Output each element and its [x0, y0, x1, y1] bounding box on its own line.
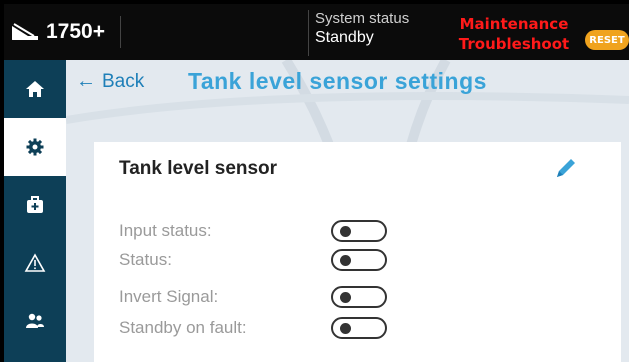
home-icon: [26, 81, 44, 97]
sidebar-item-home[interactable]: [4, 60, 66, 118]
alert-messages[interactable]: Maintenance Troubleshoot: [454, 14, 574, 54]
system-status-value: Standby: [315, 29, 374, 46]
settings-card: Tank level sensor Input status: Status: …: [94, 142, 621, 362]
invert-signal-toggle[interactable]: [331, 286, 387, 308]
setting-label: Invert Signal:: [119, 287, 219, 306]
warning-icon: [24, 253, 46, 272]
status-toggle[interactable]: [331, 249, 387, 271]
top-bar: 1750+ System status Standby Maintenance …: [4, 4, 629, 60]
system-status: System status Standby: [308, 10, 444, 56]
app-frame: 1750+ System status Standby Maintenance …: [0, 0, 629, 362]
back-arrow-icon: ←: [76, 70, 96, 92]
model-name: 1750+: [46, 20, 105, 43]
setting-row-status: Status:: [119, 247, 419, 273]
pencil-edit-icon[interactable]: [551, 155, 579, 183]
setting-row-standby-on-fault: Standby on fault:: [119, 315, 419, 341]
setting-row-invert-signal: Invert Signal:: [119, 284, 419, 310]
sidebar-item-users[interactable]: [4, 292, 66, 350]
setting-label: Standby on fault:: [119, 318, 247, 337]
setting-label: Status:: [119, 250, 172, 269]
setting-row-input-status: Input status:: [119, 218, 419, 244]
page-title: Tank level sensor settings: [188, 68, 487, 94]
main-content: ← Back Tank level sensor settings Tank l…: [66, 60, 629, 362]
users-icon: [26, 313, 44, 328]
toggle-knob: [340, 255, 351, 266]
alert-troubleshoot[interactable]: Troubleshoot: [454, 34, 574, 54]
sidebar-item-settings[interactable]: [4, 118, 66, 176]
toggle-knob: [340, 226, 351, 237]
toggle-knob: [340, 323, 351, 334]
back-button[interactable]: ← Back: [76, 70, 144, 93]
sidebar-item-service[interactable]: [4, 176, 66, 234]
first-aid-kit-icon: [27, 196, 43, 213]
system-status-label: System status: [315, 10, 410, 27]
brand-logo-icon: [12, 23, 38, 40]
logo: 1750+: [10, 16, 121, 48]
sidebar-item-alarms[interactable]: [4, 234, 66, 292]
alert-maintenance[interactable]: Maintenance: [454, 14, 574, 34]
input-status-toggle[interactable]: [331, 220, 387, 242]
back-label: Back: [102, 70, 145, 92]
setting-label: Input status:: [119, 221, 212, 240]
gear-icon: [26, 138, 44, 156]
card-title: Tank level sensor: [119, 158, 278, 179]
standby-on-fault-toggle[interactable]: [331, 317, 387, 339]
reset-button[interactable]: RESET: [585, 30, 629, 50]
toggle-knob: [340, 292, 351, 303]
sidebar: [4, 60, 66, 362]
